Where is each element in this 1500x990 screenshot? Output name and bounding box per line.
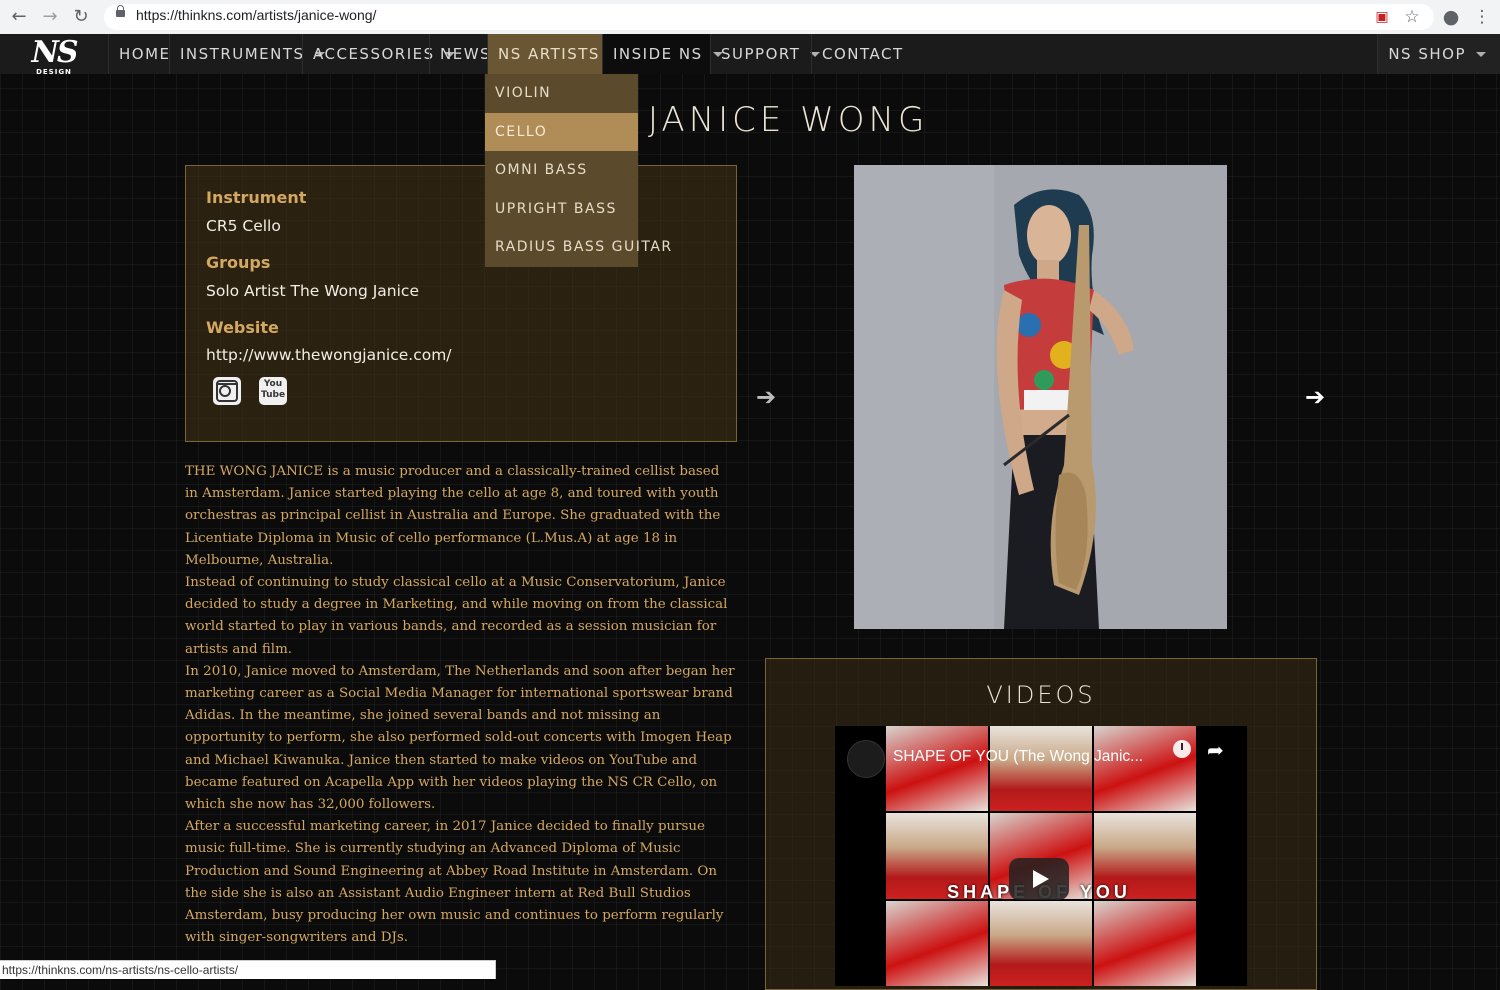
- bio-paragraph: Instead of continuing to study classical…: [185, 575, 728, 657]
- channel-avatar-icon[interactable]: [847, 740, 885, 778]
- instrument-label: Instrument: [206, 188, 307, 207]
- reload-icon[interactable]: ↻: [71, 7, 91, 27]
- youtube-video-player[interactable]: SHAPE OF YOU (The Wong Janic... ➦ SHAPE …: [835, 726, 1247, 986]
- browser-status-url: https://thinkns.com/ns-artists/ns-cello-…: [0, 960, 496, 979]
- dropdown-item-violin[interactable]: VIOLIN: [485, 74, 638, 113]
- dropdown-item-radius-bass-guitar[interactable]: RADIUS BASS GUITAR: [485, 228, 671, 267]
- thumbnail-tile: [990, 900, 1092, 986]
- nav-home-label: HOME: [119, 45, 171, 63]
- instagram-icon-frame: [216, 380, 238, 402]
- nav-home[interactable]: HOME: [108, 34, 169, 74]
- nav-support[interactable]: SUPPORT: [710, 34, 821, 74]
- nav-ns-shop[interactable]: NS SHOP: [1377, 34, 1500, 74]
- groups-label: Groups: [206, 253, 271, 272]
- videos-section: VIDEOS SHAPE OF YOU (The Wong Janic... ➦…: [765, 658, 1317, 990]
- nav-inside-ns-label: INSIDE NS: [613, 45, 703, 63]
- instrument-value: CR5 Cello: [206, 217, 281, 235]
- nav-accessories-label: ACCESSORIES: [313, 45, 435, 63]
- browser-menu-icon[interactable]: ⋮: [1472, 7, 1492, 27]
- nav-support-label: SUPPORT: [721, 45, 801, 63]
- youtube-icon-text: You Tube: [260, 379, 286, 400]
- play-button-icon[interactable]: [1009, 858, 1069, 900]
- nav-accessories[interactable]: ACCESSORIES: [302, 34, 455, 74]
- website-label: Website: [206, 318, 279, 337]
- artist-photo: [854, 165, 1227, 629]
- address-bar[interactable]: https://thinkns.com/artists/janice-wong/: [104, 4, 1434, 30]
- video-title[interactable]: SHAPE OF YOU (The Wong Janic...: [893, 748, 1143, 766]
- website-link[interactable]: http://www.thewongjanice.com/: [206, 346, 452, 364]
- forward-icon[interactable]: →: [40, 7, 60, 27]
- bio-paragraph: In 2010, Janice moved to Amsterdam, The …: [185, 663, 735, 813]
- nav-news-label: NEWS: [440, 45, 492, 63]
- thumbnail-tile: [990, 726, 1092, 812]
- chevron-down-icon: [1476, 52, 1486, 57]
- thumbnail-tile: [1094, 726, 1196, 812]
- thumbnail-tile: [886, 900, 988, 986]
- nav-ns-artists-label: NS ARTISTS: [498, 45, 600, 63]
- artist-photo-illustration: [854, 165, 1227, 629]
- artist-info-box: Instrument CR5 Cello Groups Solo Artist …: [185, 165, 737, 442]
- page-title: JANICE WONG: [648, 100, 929, 140]
- ns-design-logo[interactable]: NS DESIGN: [28, 38, 80, 82]
- logo-mark: NS: [31, 35, 78, 70]
- nav-ns-shop-label: NS SHOP: [1388, 45, 1466, 63]
- dropdown-item-cello[interactable]: CELLO: [485, 112, 638, 152]
- instagram-icon[interactable]: [213, 377, 241, 405]
- browser-toolbar: ← → ↻ https://thinkns.com/artists/janice…: [0, 0, 1500, 35]
- groups-value: Solo Artist The Wong Janice: [206, 282, 419, 300]
- carousel-prev-arrow-icon[interactable]: ➔: [754, 385, 778, 409]
- nav-ns-artists[interactable]: NS ARTISTS: [487, 34, 620, 74]
- nav-instruments[interactable]: INSTRUMENTS: [169, 34, 325, 74]
- profile-icon[interactable]: ●: [1441, 7, 1461, 27]
- lock-icon: [116, 5, 125, 17]
- nav-contact-label: CONTACT: [822, 45, 904, 63]
- back-icon[interactable]: ←: [9, 7, 29, 27]
- carousel-next-arrow-icon[interactable]: ➔: [1303, 385, 1327, 409]
- ns-artists-dropdown: VIOLIN CELLO OMNI BASS UPRIGHT BASS RADI…: [485, 74, 671, 267]
- translate-icon[interactable]: ▣: [1372, 7, 1392, 27]
- thumbnail-tile: [1094, 900, 1196, 986]
- dropdown-item-omni-bass[interactable]: OMNI BASS: [485, 151, 638, 190]
- bio-paragraph: THE WONG JANICE is a music producer and …: [185, 464, 721, 568]
- artist-bio: THE WONG JANICE is a music producer and …: [185, 461, 735, 949]
- main-menu: HOME INSTRUMENTS ACCESSORIES NEWS NS ART…: [108, 34, 902, 74]
- address-url[interactable]: https://thinkns.com/artists/janice-wong/: [136, 7, 376, 23]
- bookmark-star-icon[interactable]: ☆: [1402, 7, 1422, 27]
- thumbnail-tile: [886, 726, 988, 812]
- nav-contact[interactable]: CONTACT: [811, 34, 902, 74]
- bio-paragraph: After a successful marketing career, in …: [185, 819, 724, 946]
- nav-news[interactable]: NEWS: [429, 34, 490, 74]
- share-arrow-icon[interactable]: ➦: [1207, 738, 1224, 762]
- nav-instruments-label: INSTRUMENTS: [180, 45, 305, 63]
- dropdown-item-upright-bass[interactable]: UPRIGHT BASS: [485, 190, 638, 229]
- nav-inside-ns[interactable]: INSIDE NS: [602, 34, 723, 74]
- watch-later-clock-icon[interactable]: [1173, 740, 1191, 758]
- youtube-icon[interactable]: You Tube: [259, 377, 287, 405]
- videos-heading: VIDEOS: [986, 681, 1096, 709]
